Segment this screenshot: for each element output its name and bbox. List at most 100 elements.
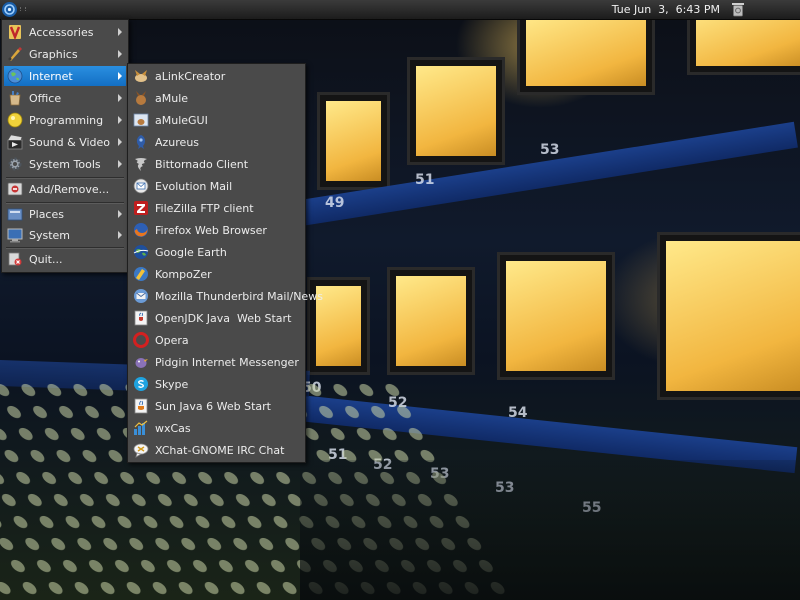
menu-item-label: Programming <box>29 113 104 127</box>
firefox-icon <box>134 223 148 237</box>
menu-item-opera[interactable]: Opera <box>130 330 303 350</box>
menu-item-system-tools[interactable]: System Tools <box>4 154 126 174</box>
menu-item-amule[interactable]: aMule <box>130 88 303 108</box>
menu-item-graphics[interactable]: Graphics <box>4 44 126 64</box>
internet-submenu: aLinkCreator aMule aMuleGUI Azureus Bitt… <box>127 63 323 463</box>
menu-item-internet[interactable]: Internet <box>4 66 126 86</box>
menu-item-label: KompoZer <box>155 267 212 281</box>
menu-item-label: Firefox Web Browser <box>155 223 267 237</box>
menu-item-label: Mozilla Thunderbird Mail/News <box>155 289 323 303</box>
menu-item-amulegui[interactable]: aMuleGUI <box>130 110 303 130</box>
menu-item-sun-java[interactable]: Sun Java 6 Web Start <box>130 396 303 416</box>
menu-item-label: OpenJDK Java Web Start <box>155 311 292 325</box>
submenu-arrow-icon <box>118 116 122 124</box>
applications-menu: Accessories Graphics Internet Office Pro… <box>1 19 129 273</box>
alinkcreator-icon <box>135 70 147 82</box>
submenu-arrow-icon <box>118 138 122 146</box>
amule-icon <box>136 91 146 105</box>
menu-item-label: Bittornado Client <box>155 157 249 171</box>
bittornado-icon <box>135 158 147 171</box>
menu-item-openjdk[interactable]: OpenJDK Java Web Start <box>130 308 303 328</box>
azureus-icon <box>136 135 146 149</box>
menu-item-kompozer[interactable]: KompoZer <box>130 264 303 284</box>
filezilla-icon <box>134 201 148 215</box>
wallpaper-number: 54 <box>508 405 528 421</box>
submenu-arrow-icon <box>118 94 122 102</box>
wallpaper-meter <box>390 270 472 372</box>
menu-item-quit[interactable]: Quit... <box>4 249 126 269</box>
menu-item-label: Internet <box>29 69 73 83</box>
wallpaper-shadow <box>300 460 800 600</box>
sun-java-icon <box>134 398 148 414</box>
menu-item-label: Azureus <box>155 135 200 149</box>
menu-item-label: Add/Remove... <box>29 182 110 196</box>
submenu-arrow-icon <box>118 50 122 58</box>
menu-item-label: Places <box>29 207 64 221</box>
menu-item-google-earth[interactable]: Google Earth <box>130 242 303 262</box>
wallpaper-meter <box>410 60 502 162</box>
amulegui-icon <box>133 113 149 127</box>
programming-icon <box>7 112 23 128</box>
menu-item-label: Evolution Mail <box>155 179 233 193</box>
menu-item-filezilla[interactable]: FileZilla FTP client <box>130 198 303 218</box>
graphics-icon <box>8 47 22 61</box>
wallpaper-meter <box>320 95 387 187</box>
menu-item-label: Google Earth <box>155 245 227 259</box>
menu-item-label: System Tools <box>29 157 101 171</box>
submenu-arrow-icon <box>118 160 122 168</box>
menu-item-label: Pidgin Internet Messenger <box>155 355 299 369</box>
quit-icon <box>8 252 22 266</box>
sound-video-icon <box>7 134 23 150</box>
menu-item-add-remove[interactable]: Add/Remove... <box>4 179 126 199</box>
xchat-icon <box>133 443 149 458</box>
panel-grip[interactable] <box>20 7 26 11</box>
menu-item-label: Quit... <box>29 252 63 266</box>
wxcas-icon <box>134 420 148 435</box>
wallpaper-meter <box>520 10 652 92</box>
distro-swirl-icon[interactable] <box>1 1 18 18</box>
menu-item-firefox[interactable]: Firefox Web Browser <box>130 220 303 240</box>
submenu-arrow-icon <box>118 210 122 218</box>
menu-item-pidgin[interactable]: Pidgin Internet Messenger <box>130 352 303 372</box>
menu-item-label: System <box>29 228 71 242</box>
menu-item-office[interactable]: Office <box>4 88 126 108</box>
wallpaper-number: 53 <box>540 142 560 158</box>
menu-item-label: Graphics <box>29 47 78 61</box>
panel-clock[interactable]: Tue Jun 3, 6:43 PM <box>612 3 720 16</box>
google-earth-icon <box>133 245 149 259</box>
trash-icon[interactable] <box>731 1 745 17</box>
menu-item-programming[interactable]: Programming <box>4 110 126 130</box>
menu-item-azureus[interactable]: Azureus <box>130 132 303 152</box>
skype-icon <box>134 377 148 391</box>
menu-item-label: aLinkCreator <box>155 69 226 83</box>
thunderbird-icon <box>134 289 148 303</box>
menu-item-label: wxCas <box>155 421 191 435</box>
menu-item-skype[interactable]: Skype <box>130 374 303 394</box>
internet-globe-icon <box>7 68 23 84</box>
menu-item-label: Sound & Video <box>29 135 111 149</box>
menu-item-system[interactable]: System <box>4 225 126 245</box>
accessories-icon <box>9 25 21 40</box>
menu-item-accessories[interactable]: Accessories <box>4 22 126 42</box>
menu-item-label: Accessories <box>29 25 94 39</box>
wallpaper-number: 51 <box>415 172 435 188</box>
wallpaper-number: 49 <box>325 195 345 211</box>
menu-item-alinkcreator[interactable]: aLinkCreator <box>130 66 303 86</box>
menu-item-sound-video[interactable]: Sound & Video <box>4 132 126 152</box>
system-icon <box>7 228 23 243</box>
menu-item-places[interactable]: Places <box>4 204 126 224</box>
kompozer-icon <box>134 267 148 281</box>
menu-item-xchat[interactable]: XChat-GNOME IRC Chat <box>130 440 303 460</box>
submenu-arrow-icon <box>118 72 122 80</box>
menu-item-label: Skype <box>155 377 189 391</box>
menu-item-label: Opera <box>155 333 189 347</box>
openjdk-icon <box>134 310 148 326</box>
menu-item-wxcas[interactable]: wxCas <box>130 418 303 438</box>
wallpaper-meter <box>500 255 612 377</box>
menu-item-bittornado[interactable]: Bittornado Client <box>130 154 303 174</box>
office-icon <box>9 91 21 106</box>
menu-item-evolution-mail[interactable]: Evolution Mail <box>130 176 303 196</box>
menu-item-thunderbird[interactable]: Mozilla Thunderbird Mail/News <box>130 286 323 306</box>
evolution-mail-icon <box>133 178 149 194</box>
submenu-arrow-icon <box>118 28 122 36</box>
